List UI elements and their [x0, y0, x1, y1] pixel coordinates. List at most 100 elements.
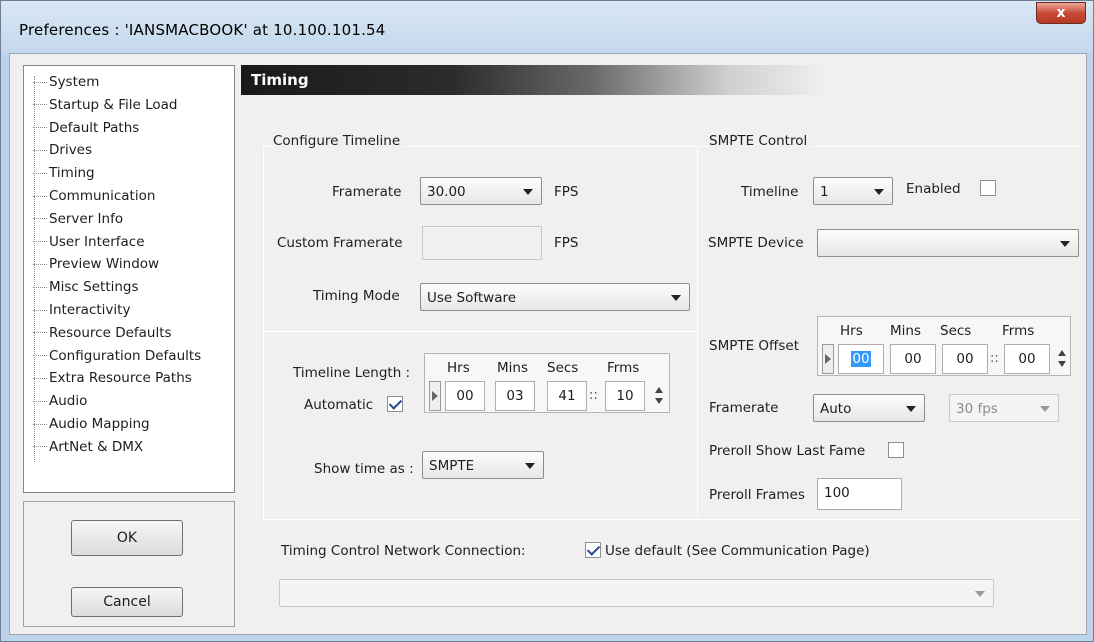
mins-header: Mins [497, 360, 528, 376]
smpte-control-heading: SMPTE Control [709, 133, 812, 149]
offset-mins-field[interactable]: 00 [890, 344, 936, 374]
chevron-down-icon [975, 591, 985, 597]
use-default-label: Use default (See Communication Page) [605, 543, 870, 559]
left-edge [263, 146, 264, 520]
sidebar-item-default-paths[interactable]: Default Paths [33, 117, 233, 139]
preroll-show-last-checkbox[interactable] [888, 442, 904, 458]
frame-separator: :: [589, 388, 598, 403]
timecode-handle[interactable] [429, 381, 441, 411]
sidebar-item-label: System [49, 74, 100, 90]
framerate-value: 30.00 [427, 184, 466, 200]
tree-branch [33, 309, 47, 311]
sidebar-item-system[interactable]: System [33, 71, 233, 93]
vertical-separator [697, 146, 698, 518]
sidebar-item-startup-file-load[interactable]: Startup & File Load [33, 94, 233, 116]
frame-separator: :: [990, 351, 999, 366]
timecode-handle[interactable] [822, 344, 834, 374]
cancel-button[interactable]: Cancel [71, 587, 183, 617]
title-bar[interactable]: Preferences : 'IANSMACBOOK' at 10.100.10… [1, 1, 1093, 53]
sidebar-item-label: Server Info [49, 210, 124, 227]
sidebar-item-preview-window[interactable]: Preview Window [33, 253, 233, 275]
hrs-header: Hrs [447, 360, 470, 376]
sidebar-item-timing[interactable]: Timing [33, 162, 233, 184]
sidebar-item-extra-resource-paths[interactable]: Extra Resource Paths [33, 367, 233, 389]
length-secs-field[interactable]: 41 [547, 381, 587, 411]
framerate-select[interactable]: 30.00 [420, 177, 542, 205]
preferences-window: Preferences : 'IANSMACBOOK' at 10.100.10… [0, 0, 1094, 642]
arrow-down-icon [655, 398, 663, 404]
sidebar-item-user-interface[interactable]: User Interface [33, 231, 233, 253]
sidebar-item-label: Audio Mapping [49, 416, 150, 432]
configure-timeline-heading: Configure Timeline [273, 133, 405, 149]
tree-branch [33, 81, 47, 83]
use-default-checkbox[interactable] [585, 542, 601, 558]
show-time-label: Show time as : [314, 461, 414, 477]
tree-branch [33, 263, 47, 265]
timing-mode-select[interactable]: Use Software [420, 283, 690, 311]
automatic-checkbox[interactable] [387, 396, 403, 412]
ok-button[interactable]: OK [71, 520, 183, 556]
timeline-select[interactable]: 1 [813, 177, 893, 205]
window-title: Preferences : 'IANSMACBOOK' at 10.100.10… [19, 21, 386, 39]
tree-branch [33, 104, 47, 106]
fps-label-2: FPS [554, 235, 579, 251]
frms-header: Frms [1002, 323, 1035, 339]
chevron-down-icon [906, 406, 916, 412]
bottom-separator [263, 519, 1079, 520]
preroll-frames-input[interactable]: 100 [817, 478, 902, 510]
smpte-device-select[interactable] [817, 229, 1079, 257]
enabled-label: Enabled [906, 181, 961, 197]
fps-select[interactable]: 30 fps [949, 394, 1059, 422]
tree-branch [33, 149, 47, 151]
sidebar-item-artnet-dmx[interactable]: ArtNet & DMX [33, 436, 233, 458]
page-title: Timing [251, 71, 309, 89]
tree-branch [33, 218, 47, 220]
custom-framerate-input[interactable] [422, 226, 542, 260]
tree-branch [33, 286, 47, 288]
network-connection-select[interactable] [279, 579, 994, 607]
preroll-show-last-label: Preroll Show Last Fame [709, 443, 866, 459]
timing-mode-value: Use Software [427, 290, 517, 306]
tree-branch [33, 241, 47, 243]
sidebar-item-label: Extra Resource Paths [49, 370, 192, 387]
chevron-down-icon [1060, 241, 1070, 247]
offset-spinner[interactable] [1056, 344, 1068, 374]
sidebar-item-resource-defaults[interactable]: Resource Defaults [33, 322, 233, 344]
chevron-down-icon [671, 295, 681, 301]
fps-value: 30 fps [956, 401, 998, 417]
sidebar-item-server-info[interactable]: Server Info [33, 208, 233, 230]
show-time-select[interactable]: SMPTE [422, 451, 544, 479]
sidebar-item-audio[interactable]: Audio [33, 390, 233, 412]
sidebar-item-interactivity[interactable]: Interactivity [33, 299, 233, 321]
sidebar-item-communication[interactable]: Communication [33, 185, 233, 207]
tree-branch [33, 423, 47, 425]
smpte-framerate-select[interactable]: Auto [813, 394, 925, 422]
sidebar-item-label: Startup & File Load [49, 96, 178, 113]
network-connection-label: Timing Control Network Connection: [281, 543, 526, 559]
tree-branch [33, 446, 47, 448]
timeline-value: 1 [820, 184, 829, 200]
offset-frms-field[interactable]: 00 [1004, 344, 1050, 374]
offset-secs-field[interactable]: 00 [942, 344, 988, 374]
sidebar-item-label: Timing [49, 165, 95, 182]
chevron-down-icon [523, 189, 533, 195]
length-mins-field[interactable]: 03 [495, 381, 535, 411]
sidebar-item-label: Audio [49, 393, 88, 410]
enabled-checkbox[interactable] [980, 180, 996, 196]
offset-hrs-field[interactable]: 00 [838, 344, 884, 374]
smpte-framerate-label: Framerate [709, 400, 779, 416]
sidebar-item-misc-settings[interactable]: Misc Settings [33, 276, 233, 298]
sidebar-item-configuration-defaults[interactable]: Configuration Defaults [33, 345, 233, 367]
length-hrs-field[interactable]: 00 [445, 381, 485, 411]
close-button[interactable]: x [1036, 2, 1086, 24]
sidebar-item-label: Interactivity [49, 302, 131, 318]
sidebar-item-audio-mapping[interactable]: Audio Mapping [33, 413, 233, 435]
length-spinner[interactable] [653, 381, 665, 411]
sidebar-item-drives[interactable]: Drives [33, 139, 233, 161]
sidebar-item-label: User Interface [49, 233, 145, 250]
secs-header: Secs [547, 360, 579, 376]
length-frms-field[interactable]: 10 [605, 381, 645, 411]
custom-framerate-label: Custom Framerate [277, 235, 403, 251]
tree-branch [33, 400, 47, 402]
close-icon: x [1056, 5, 1066, 21]
